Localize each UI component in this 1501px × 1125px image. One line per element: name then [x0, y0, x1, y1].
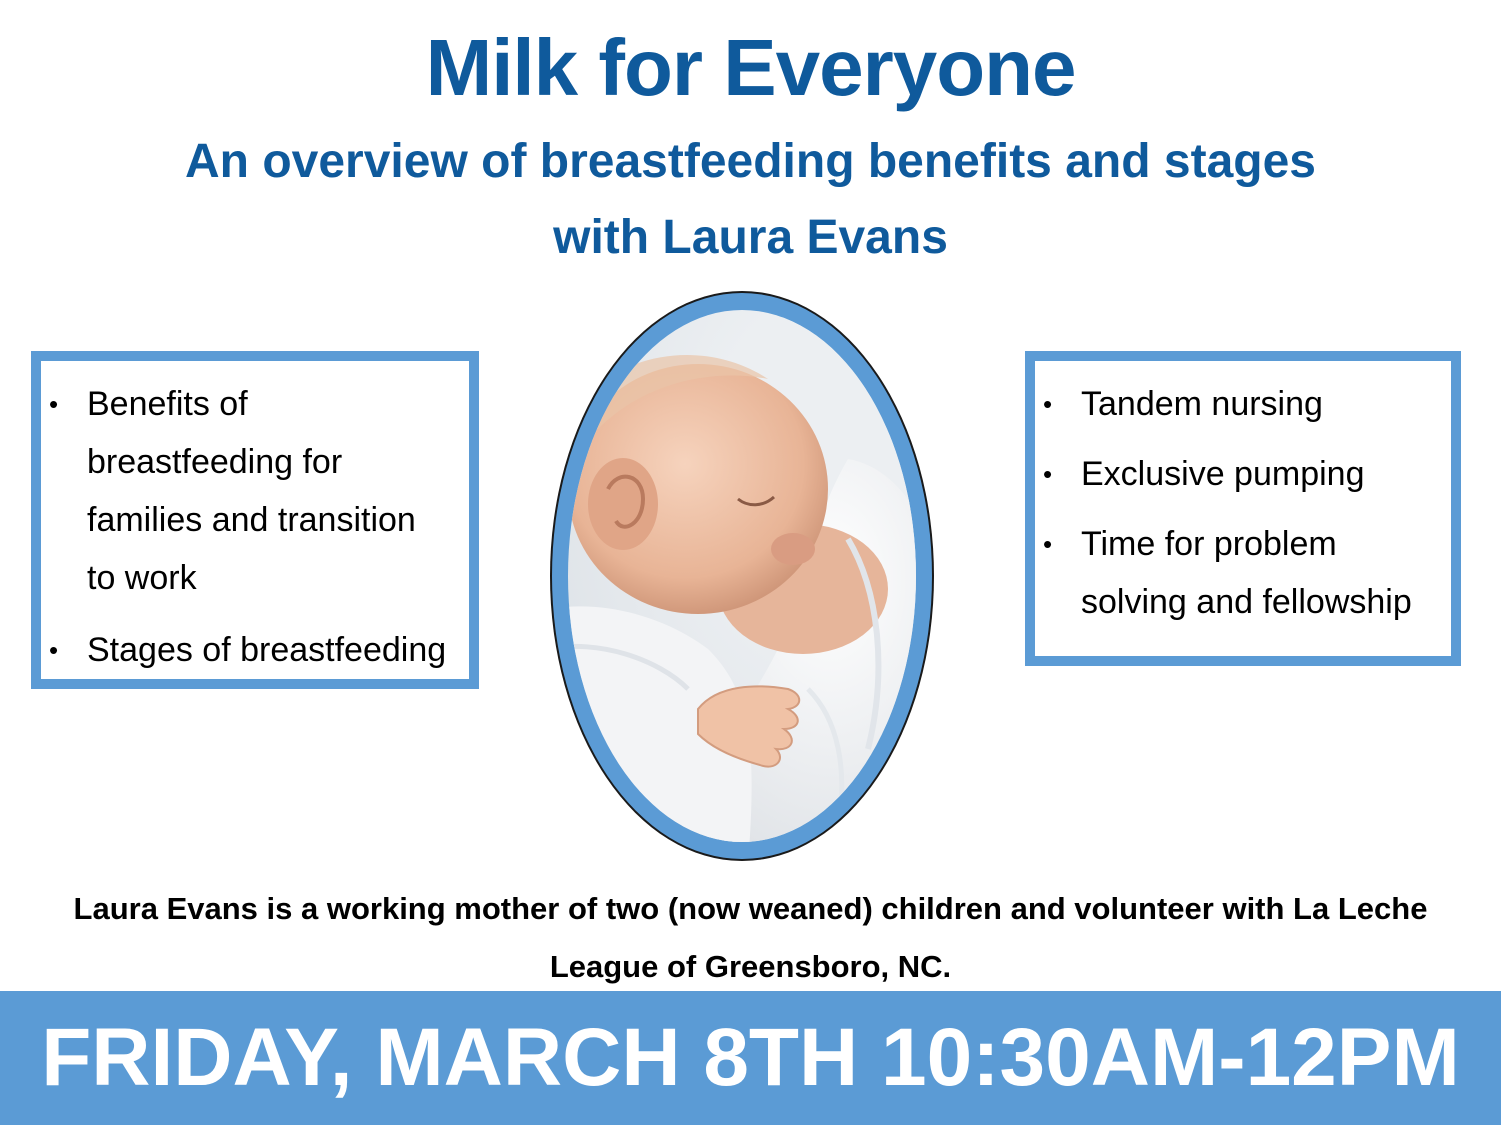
- list-item-line: Time for problem: [1081, 525, 1337, 563]
- list-item-line: Tandem nursing: [1081, 385, 1323, 423]
- date-banner: FRIDAY, MARCH 8TH 10:30AM-12PM: [0, 991, 1501, 1125]
- list-item-line: Benefits of: [87, 385, 248, 423]
- bullet-icon: •: [49, 635, 59, 665]
- list-item: • Time for problem solving and fellowshi…: [1035, 515, 1451, 631]
- list-item-line: breastfeeding for: [87, 443, 343, 481]
- topics-list-left: • Benefits of breastfeeding for families…: [41, 361, 469, 679]
- list-item: • Stages of breastfeeding: [41, 621, 469, 679]
- newborn-photo: [550, 291, 934, 861]
- topics-list-right: • Tandem nursing • Exclusive pumping • T…: [1035, 361, 1451, 631]
- bullet-icon: •: [1043, 459, 1053, 489]
- subtitle-line-1: An overview of breastfeeding benefits an…: [185, 135, 1316, 188]
- list-item-line: families and transition: [87, 501, 416, 539]
- page-title: Milk for Everyone: [425, 23, 1077, 112]
- bio-line-1: Laura Evans is a working mother of two (…: [73, 891, 1428, 926]
- list-item-line: to work: [87, 559, 197, 597]
- bio-line-2: League of Greensboro, NC.: [549, 949, 952, 984]
- bullet-icon: •: [49, 389, 59, 419]
- list-item-line: Exclusive pumping: [1081, 455, 1365, 493]
- topics-box-right: • Tandem nursing • Exclusive pumping • T…: [1025, 351, 1461, 666]
- bullet-icon: •: [1043, 389, 1053, 419]
- topics-box-left: • Benefits of breastfeeding for families…: [31, 351, 479, 689]
- list-item-line: Stages of breastfeeding: [87, 631, 447, 669]
- event-date-time: FRIDAY, MARCH 8TH 10:30AM-12PM: [41, 1012, 1460, 1103]
- bullet-icon: •: [1043, 529, 1053, 559]
- list-item: • Tandem nursing: [1035, 375, 1451, 433]
- list-item: • Exclusive pumping: [1035, 445, 1451, 503]
- list-item-line: solving and fellowship: [1081, 583, 1412, 621]
- list-item: • Benefits of breastfeeding for families…: [41, 375, 469, 607]
- speaker-bio: Laura Evans is a working mother of two (…: [30, 880, 1471, 996]
- subtitle-line-2: with Laura Evans: [553, 211, 948, 264]
